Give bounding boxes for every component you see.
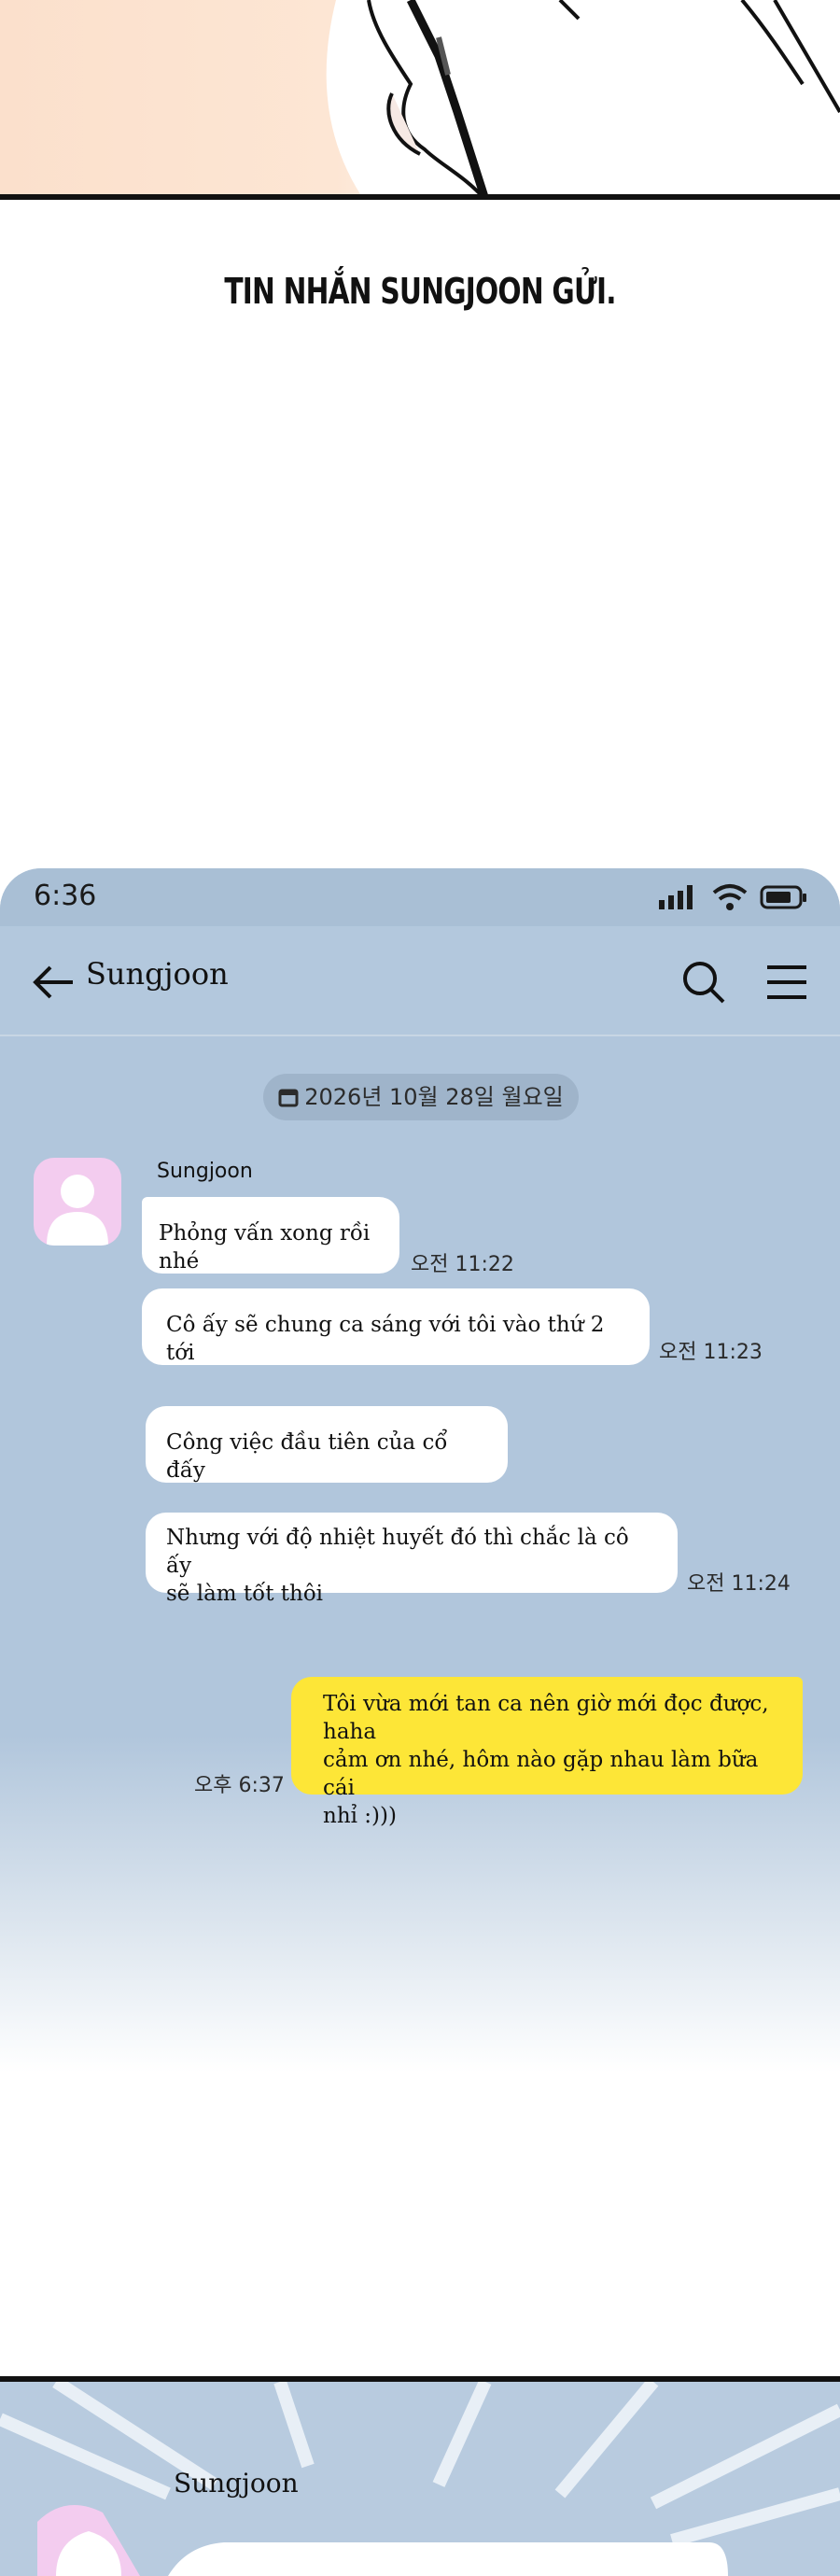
bottom-comic-panel: Sungjoon	[0, 2376, 840, 2576]
arrow-left-icon[interactable]	[32, 964, 75, 1001]
status-clock: 6:36	[34, 880, 97, 912]
message-text-line: nhỉ :)))	[323, 1804, 397, 1828]
message-text: Công việc đầu tiên của cổ đấy	[166, 1430, 448, 1483]
sender-name: Sungjoon	[174, 2468, 299, 2499]
chat-header: Sungjoon	[0, 926, 840, 1036]
message-bubble[interactable]: Nhưng với độ nhiệt huyết đó thì chắc là …	[146, 1513, 678, 1606]
message-text: Phỏng vấn xong rồi nhé	[159, 1221, 371, 1274]
person-silhouette-icon	[47, 1175, 108, 1246]
phone-screen: 6:36 Sungjoon 2026년 10월 28일 월요일 Sungjoon…	[0, 868, 840, 2073]
message-text-line: Tôi vừa mới tan ca nên giờ mới đọc được,…	[323, 1692, 769, 1744]
message-bubble[interactable]: Phỏng vấn xong rồi nhé	[142, 1197, 399, 1274]
caption-text: TIN NHẮN SUNGJOON GỬI.	[224, 271, 616, 312]
speed-lines-illustration	[0, 2382, 840, 2576]
date-divider: 2026년 10월 28일 월요일	[263, 1074, 579, 1120]
message-bubble[interactable]: Cô ấy sẽ chung ca sáng với tôi vào thứ 2…	[142, 1288, 650, 1365]
message-time: 오전 11:22	[411, 1253, 514, 1276]
contact-name: Sungjoon	[86, 956, 229, 992]
message-time: 오전 11:23	[659, 1341, 763, 1364]
message-time: 오후 6:37	[194, 1774, 285, 1797]
status-bar: 6:36	[0, 868, 840, 926]
message-time: 오전 11:24	[687, 1572, 791, 1596]
my-message-bubble[interactable]: Tôi vừa mới tan ca nên giờ mới đọc được,…	[291, 1677, 803, 1828]
calendar-icon	[278, 1089, 299, 1107]
message-text-line: cảm ơn nhé, hôm nào gặp nhau làm bữa cái	[323, 1748, 759, 1800]
sender-name: Sungjoon	[157, 1160, 253, 1183]
wifi-icon	[712, 884, 748, 910]
message-text-line: Nhưng với độ nhiệt huyết đó thì chắc là …	[166, 1526, 629, 1578]
battery-icon	[760, 885, 806, 909]
message-bubble[interactable]: Công việc đầu tiên của cổ đấy	[146, 1406, 508, 1483]
date-text: 2026년 10월 28일 월요일	[304, 1084, 564, 1110]
message-text: Cô ấy sẽ chung ca sáng với tôi vào thứ 2…	[166, 1313, 605, 1365]
top-comic-panel	[0, 0, 840, 200]
search-icon[interactable]	[681, 960, 726, 1005]
menu-icon[interactable]	[765, 964, 808, 1001]
hand-holding-phone-illustration	[326, 0, 840, 200]
avatar[interactable]	[34, 1158, 121, 1246]
signal-icon	[659, 885, 693, 909]
message-text-line: sẽ làm tốt thôi	[166, 1582, 324, 1606]
